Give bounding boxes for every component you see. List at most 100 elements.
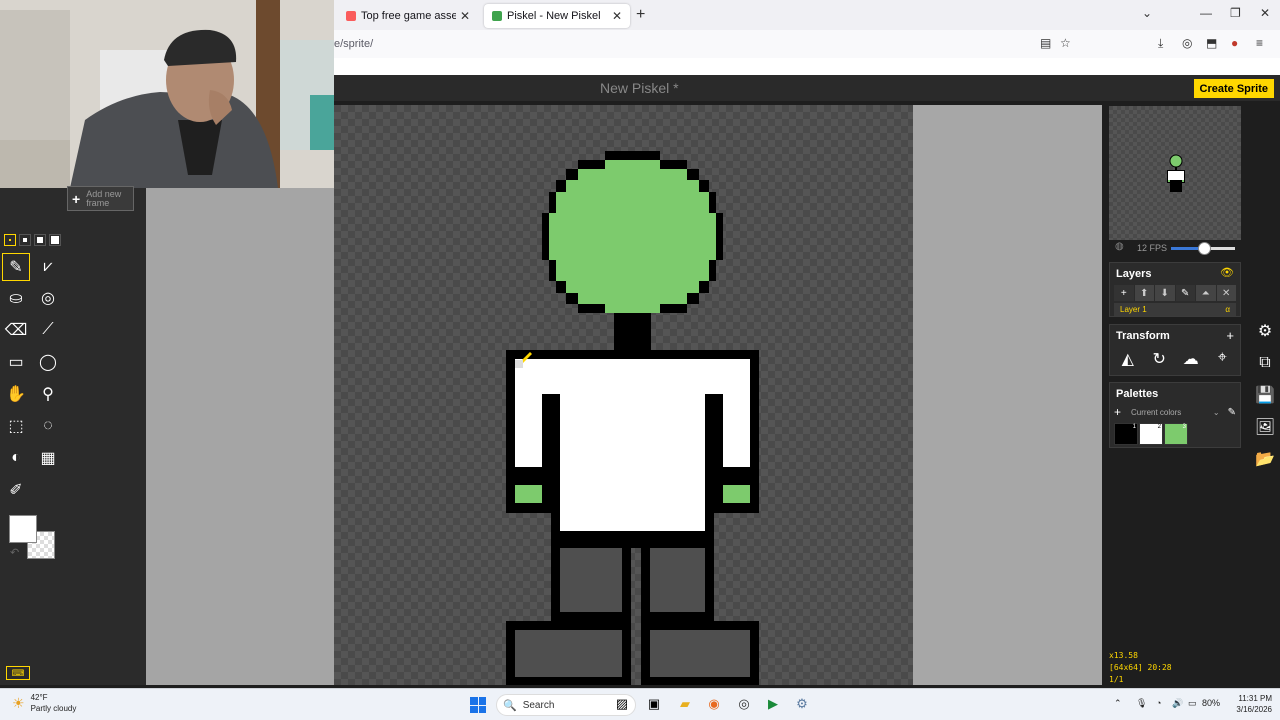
firefox-icon[interactable]: ◉	[706, 696, 722, 712]
piskel-title[interactable]: New Piskel *	[600, 80, 679, 96]
transform-panel: Transform + ◭ ↻ ☁ ⌖	[1109, 324, 1241, 376]
chevron-down-icon[interactable]: ⌄	[1142, 6, 1152, 20]
search-placeholder: Search	[522, 699, 555, 711]
eraser-icon[interactable]: ⌫	[2, 316, 30, 344]
paint-same-color-icon[interactable]: ◎	[34, 284, 62, 312]
delete-layer-icon[interactable]: ✕	[1216, 285, 1236, 301]
window-close-icon[interactable]: ✕	[1260, 6, 1270, 20]
pen-tool-icon[interactable]: ✎	[2, 253, 30, 281]
minimize-icon[interactable]: —	[1200, 6, 1212, 20]
pen-size-3[interactable]	[34, 234, 46, 246]
clone-sheep-icon[interactable]: ☁	[1178, 349, 1204, 369]
circle-icon[interactable]: ◯	[34, 348, 62, 376]
add-layer-icon[interactable]: +	[1114, 285, 1134, 301]
reader-icon[interactable]: ▤	[1040, 36, 1051, 50]
battery-icon[interactable]: ▭	[1188, 698, 1197, 709]
plus-icon[interactable]: +	[1226, 328, 1234, 343]
layer-item[interactable]: Layer 1 α	[1114, 303, 1236, 316]
lasso-select-icon[interactable]: ◌	[34, 412, 62, 440]
edit-palette-icon[interactable]: ✎	[1228, 407, 1236, 418]
sprite-torso	[506, 350, 759, 548]
new-tab-icon[interactable]: +	[636, 6, 645, 24]
account-icon[interactable]: ◎	[1182, 36, 1192, 50]
task-view-icon[interactable]: ▣	[646, 696, 662, 712]
cursor-coords: [64x64] 20:28	[1109, 663, 1172, 672]
close-icon[interactable]: ✕	[460, 9, 470, 23]
open-folder-icon[interactable]: 📂	[1254, 448, 1276, 470]
chrome-icon[interactable]: ◎	[736, 696, 752, 712]
chevron-up-icon[interactable]: ⌃	[1114, 698, 1122, 709]
sprite-legs	[506, 548, 759, 685]
microphone-icon[interactable]: 🎙	[1136, 698, 1147, 709]
settings-gear-icon[interactable]: ⚙	[1254, 320, 1276, 342]
vertical-mirror-pen-icon[interactable]: ⩗	[34, 253, 62, 281]
save-icon[interactable]: 💾	[1254, 384, 1276, 406]
merge-layer-icon[interactable]: ⏶	[1196, 285, 1216, 301]
palette-name[interactable]: Current colors	[1131, 408, 1213, 417]
stroke-icon[interactable]: ⟋	[34, 316, 62, 344]
widgets-icon[interactable]: ▨	[614, 696, 630, 712]
center-icon[interactable]: ⌖	[1209, 349, 1235, 369]
addon-icon[interactable]: ●	[1231, 36, 1238, 50]
rectangle-icon[interactable]: ▭	[2, 348, 30, 376]
rectangle-select-icon[interactable]: ⬚	[2, 412, 30, 440]
maximize-icon[interactable]: ❐	[1230, 6, 1241, 20]
terminal-icon[interactable]: ▶	[765, 696, 781, 712]
tab-itch[interactable]: Top free game assets tagged 3 ✕	[338, 4, 478, 28]
wifi-icon[interactable]: ◔	[1156, 698, 1161, 708]
close-icon[interactable]: ✕	[612, 9, 622, 23]
flip-icon[interactable]: ◭	[1115, 349, 1141, 369]
color-picker-icon[interactable]: ✐	[2, 476, 30, 504]
volume-icon[interactable]: 🔊	[1172, 698, 1183, 709]
palette-color-2[interactable]: 2	[1139, 423, 1163, 445]
export-image-icon[interactable]: 🖼	[1254, 416, 1276, 438]
dithering-icon[interactable]: ▦	[34, 444, 62, 472]
create-sprite-button[interactable]: Create Sprite	[1193, 79, 1274, 98]
fps-label: 12 FPS	[1137, 243, 1168, 253]
resize-icon[interactable]: ⧉	[1254, 352, 1276, 374]
extensions-icon[interactable]: ⬒	[1206, 36, 1217, 50]
swap-colors-icon[interactable]: ↶	[10, 546, 19, 559]
palette-color-1[interactable]: 1	[1114, 423, 1138, 445]
lighten-icon[interactable]: ◐	[2, 444, 30, 472]
animation-preview[interactable]	[1109, 106, 1241, 240]
shape-select-icon[interactable]: ⚲	[34, 380, 62, 408]
move-layer-up-icon[interactable]: ⬆	[1134, 285, 1154, 301]
move-hand-icon[interactable]: ✋	[2, 380, 30, 408]
piskel-header: New Piskel * Create Sprite	[334, 75, 1280, 101]
primary-color[interactable]	[9, 515, 37, 543]
sprite-canvas[interactable]	[334, 105, 913, 685]
add-frame-button[interactable]: + Add new frame	[67, 186, 134, 211]
menu-icon[interactable]: ≡	[1256, 36, 1263, 50]
clock[interactable]: 11:31 PM 3/16/2026	[1224, 693, 1272, 715]
palettes-title: Palettes	[1116, 388, 1159, 400]
app-icon[interactable]: ⚙	[794, 696, 810, 712]
eye-icon[interactable]: 👁	[1220, 266, 1234, 279]
pen-size-2[interactable]	[19, 234, 31, 246]
windows-start-icon[interactable]	[470, 697, 486, 713]
edit-layer-icon[interactable]: ✎	[1175, 285, 1195, 301]
move-layer-down-icon[interactable]: ⬇	[1155, 285, 1175, 301]
tab-piskel[interactable]: Piskel - New Piskel ✕	[484, 4, 630, 28]
fps-slider-knob[interactable]	[1198, 241, 1212, 255]
palette-color-3[interactable]: 3	[1164, 423, 1188, 445]
pen-size-4[interactable]	[49, 234, 61, 246]
paint-bucket-icon[interactable]: ⛀	[2, 284, 30, 312]
plus-icon[interactable]: +	[1114, 405, 1121, 419]
download-icon[interactable]: ⤓	[1158, 36, 1163, 51]
star-icon[interactable]: ☆	[1060, 36, 1071, 50]
palette-select-row[interactable]: + Current colors ⌄ ✎	[1114, 405, 1236, 419]
weather-widget[interactable]: ☀ 42°F Partly cloudy	[12, 692, 76, 714]
clock-date: 3/16/2026	[1236, 705, 1272, 714]
rotate-icon[interactable]: ↻	[1146, 349, 1172, 369]
keyboard-shortcuts-icon[interactable]: ⌨	[6, 666, 30, 680]
fps-control: 12 FPS	[1109, 240, 1241, 256]
tab-label: Top free game assets tagged 3	[361, 10, 456, 22]
file-explorer-icon[interactable]: ▰	[677, 696, 693, 712]
layer-alpha[interactable]: α	[1225, 305, 1230, 314]
url-text[interactable]: e/sprite/	[334, 38, 373, 50]
drawing-area[interactable]	[334, 105, 1102, 685]
pen-size-1[interactable]	[4, 234, 16, 246]
chevron-down-icon[interactable]: ⌄	[1213, 408, 1220, 417]
fps-slider[interactable]	[1171, 241, 1235, 255]
